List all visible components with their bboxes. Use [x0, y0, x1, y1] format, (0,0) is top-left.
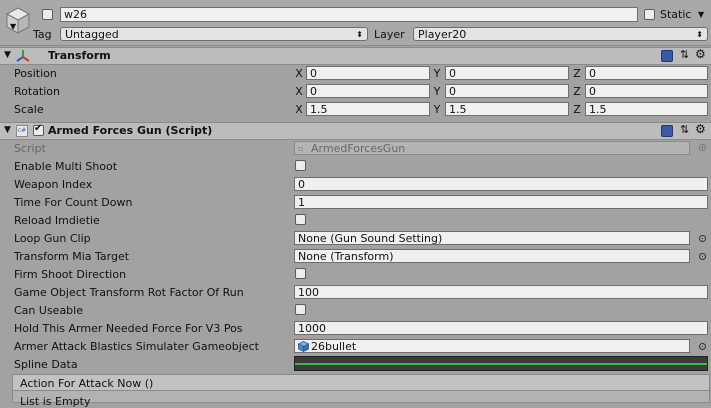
enable-multi-shoot-label: Enable Multi Shoot [14, 160, 118, 173]
tag-dropdown-icon: ⬍ [356, 30, 363, 39]
checkmark-icon: ✔ [34, 123, 43, 134]
transform-title: Transform [48, 49, 111, 62]
position-z-label[interactable]: Z [571, 67, 583, 80]
can-useable-checkbox[interactable] [295, 304, 306, 315]
scale-x-label[interactable]: X [293, 103, 305, 116]
position-label: Position [14, 67, 57, 80]
static-checkbox[interactable] [644, 9, 655, 20]
position-x-label[interactable]: X [293, 67, 305, 80]
script-help-book-icon[interactable] [661, 125, 673, 137]
script-object-picker-icon [699, 144, 706, 151]
tag-label: Tag [33, 28, 52, 41]
prefab-cube-icon [298, 341, 309, 352]
layer-dropdown[interactable]: Player20 ⬍ [413, 27, 708, 41]
time-for-count-down-label: Time For Count Down [14, 196, 133, 209]
needed-force-field[interactable]: 1000 [294, 321, 708, 335]
loop-gun-clip-picker-icon[interactable] [699, 235, 706, 242]
script-foldout-icon[interactable]: ▼ [4, 125, 11, 135]
tag-dropdown[interactable]: Untagged ⬍ [60, 27, 368, 41]
scale-y-label[interactable]: Y [431, 103, 443, 116]
gameobject-cube-icon [5, 7, 31, 34]
position-y-label[interactable]: Y [431, 67, 443, 80]
rotation-y-label[interactable]: Y [431, 85, 443, 98]
script-reference-field: ▫ ArmedForcesGun [294, 141, 690, 155]
loop-gun-clip-field[interactable]: None (Gun Sound Setting) [294, 231, 690, 245]
transform-mia-target-label: Transform Mia Target [14, 250, 130, 263]
loop-gun-clip-label: Loop Gun Clip [14, 232, 91, 245]
rotation-y-field[interactable]: 0 [445, 84, 569, 98]
can-useable-label: Can Useable [14, 304, 83, 317]
active-checkbox[interactable] [42, 9, 53, 20]
object-name-field[interactable]: w26 [60, 7, 638, 22]
script-component-title: Armed Forces Gun (Script) [48, 124, 213, 137]
event-empty-text: List is Empty [20, 395, 91, 408]
scale-label: Scale [14, 103, 44, 116]
spline-curve-field[interactable] [294, 356, 708, 371]
position-y-field[interactable]: 0 [445, 66, 569, 80]
csharp-script-icon: c# [16, 125, 28, 137]
static-label: Static [660, 8, 692, 21]
needed-force-label: Hold This Armer Needed Force For V3 Pos [14, 322, 243, 335]
reload-imdietie-label: Reload Imdietie [14, 214, 100, 227]
settings-gear-icon[interactable]: ⚙ [695, 47, 706, 61]
scale-z-label[interactable]: Z [571, 103, 583, 116]
static-dropdown-arrow[interactable]: ▼ [698, 10, 704, 19]
transform-foldout-icon[interactable]: ▼ [4, 50, 11, 60]
script-settings-gear-icon[interactable]: ⚙ [695, 122, 706, 136]
rotation-x-field[interactable]: 0 [306, 84, 430, 98]
tag-value: Untagged [65, 28, 119, 41]
rotation-label: Rotation [14, 85, 61, 98]
blastics-simulater-value: 26bullet [311, 340, 357, 353]
rotation-z-field[interactable]: 0 [585, 84, 708, 98]
spline-curve-line [295, 363, 707, 365]
scale-x-field[interactable]: 1.5 [306, 102, 430, 116]
position-z-field[interactable]: 0 [585, 66, 708, 80]
blastics-simulater-label: Armer Attack Blastics Simulater Gameobje… [14, 340, 259, 353]
weapon-index-label: Weapon Index [14, 178, 93, 191]
script-label: Script [14, 142, 46, 155]
transform-mia-target-picker-icon[interactable] [699, 253, 706, 260]
rotation-x-label[interactable]: X [293, 85, 305, 98]
rotation-z-label[interactable]: Z [571, 85, 583, 98]
blastics-simulater-field[interactable]: 26bullet [294, 339, 690, 353]
gameobject-dropdown-arrow[interactable]: ▼ [10, 22, 16, 31]
scale-y-field[interactable]: 1.5 [445, 102, 569, 116]
layer-value: Player20 [418, 28, 467, 41]
help-book-icon[interactable] [661, 50, 673, 62]
firm-shoot-direction-checkbox[interactable] [295, 268, 306, 279]
firm-shoot-direction-label: Firm Shoot Direction [14, 268, 127, 281]
weapon-index-field[interactable]: 0 [294, 177, 708, 191]
transform-axis-icon [16, 50, 30, 62]
layer-dropdown-icon: ⬍ [696, 30, 703, 39]
blastics-simulater-picker-icon[interactable] [699, 343, 706, 350]
rot-factor-label: Game Object Transform Rot Factor Of Run [14, 286, 244, 299]
preset-sliders-icon[interactable]: ⇅ [680, 48, 689, 61]
layer-label: Layer [374, 28, 405, 41]
spline-data-label: Spline Data [14, 358, 78, 371]
event-header-label: Action For Attack Now () [20, 377, 154, 390]
position-x-field[interactable]: 0 [306, 66, 430, 80]
script-preset-sliders-icon[interactable]: ⇅ [680, 123, 689, 136]
reload-imdietie-checkbox[interactable] [295, 214, 306, 225]
rot-factor-field[interactable]: 100 [294, 285, 708, 299]
time-for-count-down-field[interactable]: 1 [294, 195, 708, 209]
transform-mia-target-field[interactable]: None (Transform) [294, 249, 690, 263]
scale-z-field[interactable]: 1.5 [585, 102, 708, 116]
enable-multi-shoot-checkbox[interactable] [295, 160, 306, 171]
script-enabled-checkbox[interactable]: ✔ [33, 123, 44, 136]
script-file-icon: ▫ [298, 144, 304, 153]
